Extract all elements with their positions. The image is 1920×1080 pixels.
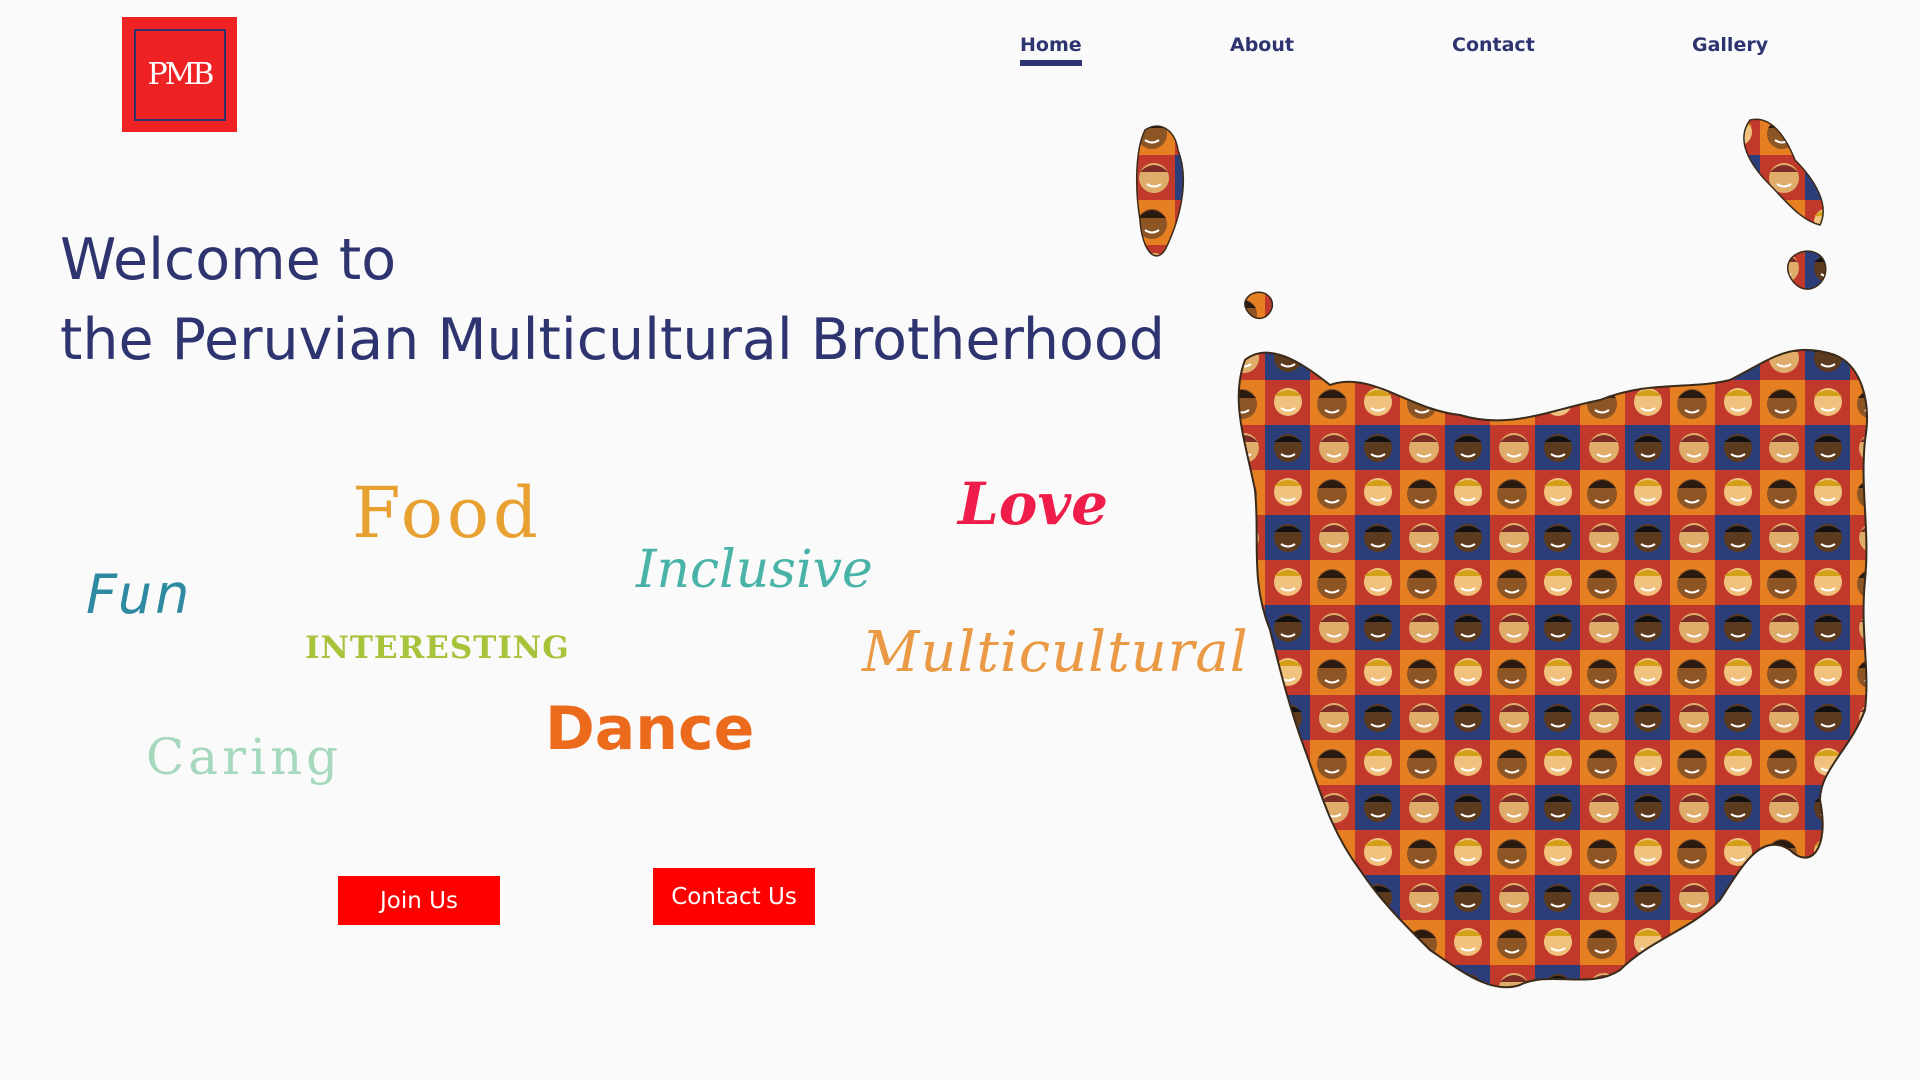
word-fun: Fun [86, 563, 193, 626]
word-dance: Dance [545, 694, 755, 764]
hero-heading-line1: Welcome to [60, 227, 397, 293]
word-inclusive: Inclusive [636, 540, 873, 600]
tasmania-faces-illustration [1135, 118, 1868, 989]
hero-heading-line2: the Peruvian Multicultural Brotherhood [60, 307, 1165, 373]
word-caring: Caring [146, 728, 343, 786]
page: PMB Home About Contact Gallery Welcome t… [0, 0, 1920, 1080]
word-food: Food [352, 472, 542, 554]
word-love: Love [958, 470, 1109, 538]
main-nav: Home About Contact Gallery [0, 30, 1920, 80]
nav-gallery-link[interactable]: Gallery [1692, 34, 1768, 56]
nav-contact-link[interactable]: Contact [1452, 34, 1535, 56]
word-interesting: INTERESTING [305, 630, 570, 666]
hero-heading: Welcome to the Peruvian Multicultural Br… [60, 220, 1165, 380]
join-us-button[interactable]: Join Us [338, 876, 500, 925]
nav-about-link[interactable]: About [1230, 34, 1294, 56]
nav-home-link[interactable]: Home [1020, 34, 1082, 66]
contact-us-button[interactable]: Contact Us [653, 868, 815, 925]
